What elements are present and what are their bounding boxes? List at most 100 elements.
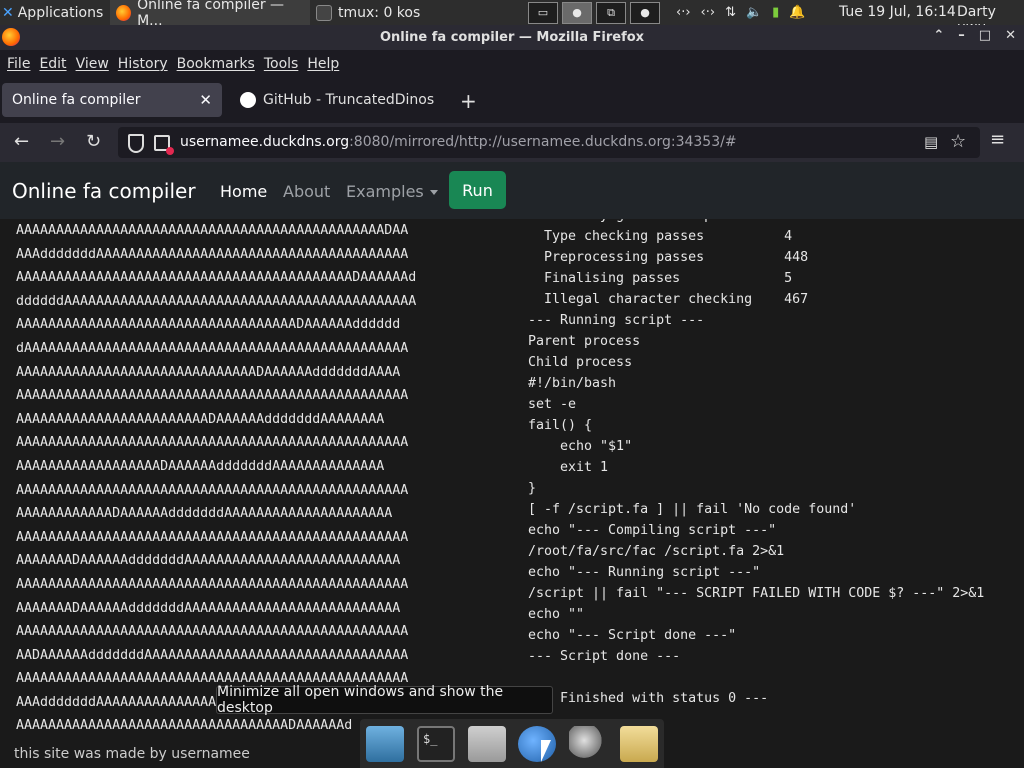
status-icons: ‹·› ‹·› ⇅ 🔈 ▮ 🔔 [676,0,806,25]
url-bar[interactable]: usernamee.duckdns.org:8080/mirrored/http… [118,127,980,158]
run-button[interactable]: Run [449,171,506,209]
code-line[interactable]: AAAAAAADAAAAAAdddddddAAAAAAAAAAAAAAAAAAA… [16,549,416,573]
terminal-icon [316,4,332,21]
nav-examples[interactable]: Examples [346,182,438,201]
url-text[interactable]: usernamee.duckdns.org:8080/mirrored/http… [180,134,737,150]
menu-edit[interactable]: Edit [39,56,66,72]
chevron-up-icon[interactable]: ⌃ [933,28,944,43]
tray-screenshot-icon[interactable]: ⧉ [596,1,626,24]
code-line[interactable]: AAAAAAAAAAAADAAAAAAdddddddAAAAAAAAAAAAAA… [16,502,416,526]
applications-menu[interactable]: ✕ Applications [0,5,110,21]
code-line[interactable]: AAAAAAAAAAAAAAAAAAAAAAAAAAAAAAAAAAAAAAAA… [16,526,416,550]
terminal-icon[interactable]: $_ [416,725,455,762]
volume-icon[interactable]: 🔈 [746,5,762,20]
code-line[interactable]: AAAAAAADAAAAAAdddddddAAAAAAAAAAAAAAAAAAA… [16,597,416,621]
code-line[interactable]: AAAAAAAAAAAAAAAAAAAAAAAAAAAAAAAAAADAAAAA… [16,714,416,738]
menu-help[interactable]: Help [307,56,339,72]
code-line[interactable]: AAAAAAAAAAAAAAAAAAAAAAAAAAAAAAAAAAAAAAAA… [16,620,416,644]
code-line[interactable]: AADAAAAAAdddddddAAAAAAAAAAAAAAAAAAAAAAAA… [16,644,416,668]
firefox-icon [2,28,20,46]
taskbar-item-tmux[interactable]: tmux: 0 kos [310,0,510,25]
tray-firefox-icon[interactable]: ● [630,1,660,24]
code-line[interactable]: AAAAAAAAAAAAAAAAAAAAAAAAAAAAAAAAAAAAAAAA… [16,266,416,290]
output-line: /root/fa/src/fac /script.fa 2>&1 [528,544,785,559]
forward-arrow-icon[interactable]: → [50,131,65,152]
workspace-tray: ▭ ● ⧉ ● [528,0,664,25]
code-line[interactable]: AAAAAAAAAAAAAAAAAAAAAAAAAAAAAADAAAAAAddd… [16,361,416,385]
new-tab-button[interactable]: + [460,89,477,113]
battery-icon[interactable]: ▮ [772,5,779,20]
output-line: echo "--- Compiling script ---" [528,523,777,538]
menu-history[interactable]: History [118,56,168,72]
code-line[interactable]: AAAAAAAAAAAAAAAAAADAAAAAAdddddddAAAAAAAA… [16,455,416,479]
taskbar-item-firefox[interactable]: Online fa compiler — M... [110,0,310,29]
code-line[interactable]: AAAAAAAAAAAAAAAAAAAAAAAAAAAAAAAAAAADAAAA… [16,313,416,337]
url-host: usernamee.duckdns.org [180,134,350,150]
xfce-logo-icon: ✕ [2,4,14,21]
nav-examples-label: Examples [346,182,424,201]
network-icon[interactable]: ‹·› [701,5,716,20]
menu-file[interactable]: File [7,56,30,72]
reader-view-icon[interactable]: ▤ [924,133,938,151]
code-line[interactable]: AAAAAAAAAAAAAAAAAAAAAAAAAAAAAAAAAAAAAAAA… [16,479,416,503]
tray-firefox-icon[interactable]: ● [562,1,592,24]
code-line[interactable]: ddddddAAAAAAAAAAAAAAAAAAAAAAAAAAAAAAAAAA… [16,290,416,314]
output-line: Type checking passes 4 [528,229,793,244]
tab-label: Online fa compiler [12,92,141,108]
window-title: Online fa compiler — Mozilla Firefox [379,30,645,45]
output-line: } [528,481,537,496]
firefox-icon [116,4,132,21]
tab-online-fa-compiler[interactable]: Online fa compiler ✕ [2,83,222,117]
tab-bar: Online fa compiler ✕ GitHub - TruncatedD… [0,77,1024,123]
output-line: exit 1 [528,460,609,475]
output-line: echo "--- Running script ---" [528,565,761,580]
close-tab-icon[interactable]: ✕ [199,91,212,109]
menu-bar: File Edit View History Bookmarks Tools H… [0,50,1024,77]
code-line[interactable]: AAAAAAAAAAAAAAAAAAAAAAAAAAAAAAAAAAAAAAAA… [16,431,416,455]
menu-view[interactable]: View [76,56,109,72]
clock[interactable]: Tue 19 Jul, 16:14 [839,4,956,20]
show-desktop-icon[interactable] [366,725,405,762]
nav-home[interactable]: Home [220,182,267,201]
nav-about[interactable]: About [283,182,330,201]
code-line[interactable]: AAAAAAAAAAAAAAAAAAAAAAAAAAAAAAAAAAAAAAAA… [16,573,416,597]
output-line: --- Finished with status 0 --- [528,691,769,706]
files-icon[interactable] [619,725,658,762]
site-brand[interactable]: Online fa compiler [12,179,196,203]
os-top-panel: ✕ Applications Online fa compiler — M...… [0,0,1024,36]
reload-icon[interactable]: ↻ [86,131,101,152]
tab-github[interactable]: GitHub - TruncatedDinos [230,83,445,117]
close-icon[interactable]: ✕ [1005,28,1016,43]
minimize-icon[interactable]: – [958,28,965,43]
hamburger-menu-icon[interactable]: ≡ [990,129,1005,150]
tracking-shield-icon[interactable] [128,134,144,153]
network-icon[interactable]: ‹·› [676,5,691,20]
search-icon[interactable] [568,725,607,762]
output-line: echo "--- Script done ---" [528,628,737,643]
insecure-lock-icon[interactable] [154,135,174,155]
code-line[interactable]: AAAAAAAAAAAAAAAAAAAAAAAAAAAAAAAAAAAAAAAA… [16,384,416,408]
code-line[interactable]: AAAdddddddAAAAAAAAAAAAAAAAAAAAAAAAAAAAAA… [16,243,416,267]
tab-label: GitHub - TruncatedDinos [263,92,435,108]
window-controls: ⌃ – □ ✕ [933,28,1016,43]
home-folder-icon[interactable] [467,725,506,762]
notification-bell-icon[interactable]: 🔔 [789,5,805,20]
back-arrow-icon[interactable]: ← [14,131,29,152]
dock: $_ [360,719,664,768]
bookmark-star-icon[interactable]: ☆ [950,131,966,152]
code-line[interactable]: AAAAAAAAAAAAAAAAAAAAAAAAAAAAAAAAAAAAAAAA… [16,219,416,243]
output-line: Child process [528,355,633,370]
transfer-icon[interactable]: ⇅ [725,5,736,20]
code-line[interactable]: dAAAAAAAAAAAAAAAAAAAAAAAAAAAAAAAAAAAAAAA… [16,337,416,361]
menu-bookmarks[interactable]: Bookmarks [177,56,255,72]
code-line[interactable]: AAAAAAAAAAAAAAAAAAAAAAAADAAAAAAdddddddAA… [16,408,416,432]
menu-tools[interactable]: Tools [264,56,299,72]
tooltip: Minimize all open windows and show the d… [216,684,553,716]
tray-terminal-icon[interactable]: ▭ [528,1,558,24]
taskbar-item-label: tmux: 0 kos [338,4,421,21]
code-editor[interactable]: AAAAAAAAAAAAAAAAAAAAAAAAAAAAAAAAAAAAAAAA… [16,219,416,738]
maximize-icon[interactable]: □ [979,28,991,43]
navigation-bar: ← → ↻ usernamee.duckdns.org:8080/mirrore… [0,123,1024,162]
output-line: #!/bin/bash [528,376,617,391]
